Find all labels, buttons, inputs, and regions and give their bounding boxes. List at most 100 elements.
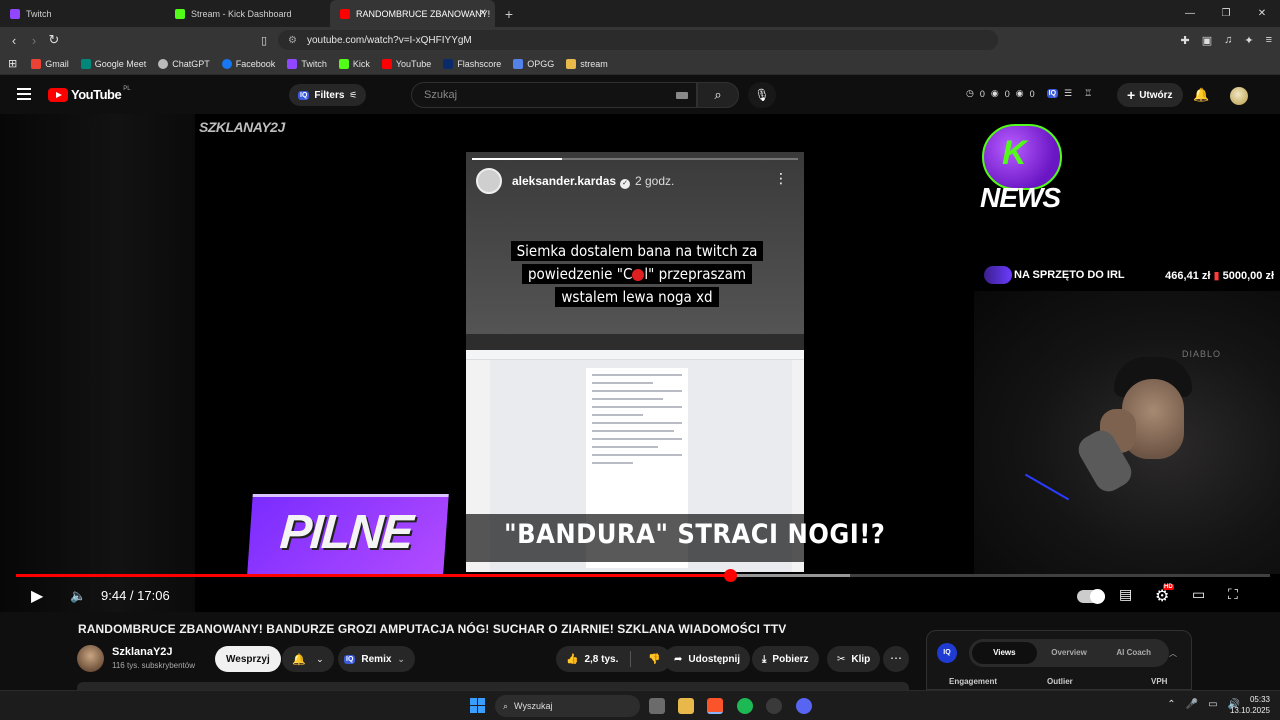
system-clock[interactable]: 05:33 13.10.2025 xyxy=(1230,694,1270,716)
minimize-icon[interactable]: — xyxy=(1172,8,1208,19)
subtitles-icon[interactable]: ▤ xyxy=(1119,586,1132,603)
bookmark-stream-folder[interactable]: stream xyxy=(566,58,608,69)
goal-flag-icon: ▮ xyxy=(1213,269,1220,282)
create-button[interactable]: + Utwórz xyxy=(1117,83,1183,107)
iq-badge: IQ xyxy=(298,90,310,100)
window-controls: — ❐ ✕ xyxy=(1172,0,1280,27)
channel-name[interactable]: SzklanaY2J xyxy=(112,646,173,658)
file-explorer-icon[interactable] xyxy=(678,698,694,714)
chevron-up-icon[interactable]: ⌃ xyxy=(1167,699,1175,710)
scissors-icon: ✂ xyxy=(837,653,846,665)
apps-icon[interactable]: ⊞ xyxy=(8,57,17,70)
menu-icon[interactable]: ≡ xyxy=(1266,34,1272,46)
more-actions-button[interactable]: ⋯ xyxy=(883,646,909,672)
video-progress-bar[interactable] xyxy=(16,569,1270,582)
theater-mode-icon[interactable]: ▭ xyxy=(1192,586,1205,603)
collapse-icon[interactable]: ︿ xyxy=(1169,648,1177,659)
volume-icon[interactable]: 🔈 xyxy=(70,588,86,604)
bookmark-chatgpt[interactable]: ChatGPT xyxy=(158,58,210,69)
bookmark-opgg[interactable]: OPGG xyxy=(513,58,554,69)
bookmark-flashscore[interactable]: Flashscore xyxy=(443,58,501,69)
bookmark-facebook[interactable]: Facebook xyxy=(221,58,275,69)
taskbar-search[interactable]: ⌕ Wyszukaj xyxy=(495,695,640,717)
video-headline-overlay: "BANDURA" STRACI NOGI!? xyxy=(504,519,886,550)
back-icon[interactable]: ‹ xyxy=(4,33,24,48)
reload-icon[interactable]: ↻ xyxy=(44,32,64,48)
tab-ai-coach[interactable]: AI Coach xyxy=(1101,642,1166,664)
like-button[interactable]: 👍 2,8 tys. xyxy=(566,654,618,665)
browser-tab-strip: Twitch Stream - Kick Dashboard RANDOMBRU… xyxy=(0,0,1280,27)
extensions-icon[interactable]: ✚ xyxy=(1180,34,1189,47)
discord-icon[interactable] xyxy=(796,698,812,714)
fullscreen-icon[interactable]: ⛶ xyxy=(1228,586,1238,603)
play-icon[interactable]: ▶ xyxy=(31,586,43,606)
bookmark-gmail[interactable]: Gmail xyxy=(31,58,69,69)
windows-start-icon[interactable] xyxy=(470,698,485,713)
subscription-bell-button[interactable]: 🔔 ⌄ xyxy=(282,646,334,672)
tab-label: RANDOMBRUCE ZBANOWANY! xyxy=(356,8,491,19)
youtube-logo[interactable]: YouTube PL xyxy=(48,85,131,102)
close-tab-icon[interactable]: ✕ xyxy=(479,8,487,19)
brave-browser-icon[interactable] xyxy=(707,698,723,714)
bookmark-google-meet[interactable]: Google Meet xyxy=(80,58,146,69)
facebook-icon xyxy=(221,58,232,69)
share-button[interactable]: ➦ Udostępnij xyxy=(664,646,751,672)
avatar[interactable] xyxy=(1230,87,1248,105)
video-player[interactable]: SZKLANAY2J aleksander.kardas ✓ 2 godz. ⋮ … xyxy=(0,114,1280,612)
keyboard-icon[interactable] xyxy=(676,92,688,99)
tab-overview[interactable]: Overview xyxy=(1037,642,1102,664)
iq-ext-icon[interactable]: IQ xyxy=(1046,89,1059,98)
restore-icon[interactable]: ❐ xyxy=(1208,8,1244,19)
instagram-story-frame: aleksander.kardas ✓ 2 godz. ⋮ Siemka dost… xyxy=(466,152,804,572)
col-outlier: Outlier xyxy=(1047,677,1073,686)
autoplay-toggle[interactable] xyxy=(1077,589,1105,604)
description-box[interactable] xyxy=(77,682,909,690)
clock-time: 05:33 xyxy=(1249,695,1270,704)
youtube-icon xyxy=(381,58,392,69)
browser-tab-kick[interactable]: Stream - Kick Dashboard xyxy=(165,0,330,27)
browser-tab-twitch[interactable]: Twitch xyxy=(0,0,165,27)
close-window-icon[interactable]: ✕ xyxy=(1244,8,1280,19)
list-icon[interactable]: ☰ xyxy=(1064,88,1072,99)
support-button[interactable]: Wesprzyj xyxy=(215,646,281,672)
bookmarks-bar: ⊞ Gmail Google Meet ChatGPT Facebook Twi… xyxy=(0,53,1280,75)
opgg-icon xyxy=(513,58,524,69)
media-icon[interactable]: ♫ xyxy=(1224,34,1232,46)
filters-button[interactable]: IQ Filters ⚟ xyxy=(289,84,367,106)
url-field[interactable]: ⚙ youtube.com/watch?v=I-xQHFIYYgM xyxy=(278,30,998,50)
region-code: PL xyxy=(123,85,131,92)
browser-tab-youtube[interactable]: RANDOMBRUCE ZBANOWANY! ✕ xyxy=(330,0,495,27)
folder-icon xyxy=(566,58,577,69)
bookmark-twitch[interactable]: Twitch xyxy=(287,58,327,69)
goal-progress-pill xyxy=(984,266,1012,284)
tab-views[interactable]: Views xyxy=(972,642,1037,664)
download-button[interactable]: ⤓ Pobierz xyxy=(752,646,819,672)
search-input[interactable]: Szukaj xyxy=(411,82,697,108)
clip-button[interactable]: ✂ Klip xyxy=(827,646,881,672)
new-tab-icon[interactable]: + xyxy=(499,6,519,22)
col-engagement: Engagement xyxy=(949,677,998,686)
spotify-icon[interactable] xyxy=(737,698,753,714)
bookmark-kick[interactable]: Kick xyxy=(338,58,370,69)
remix-button[interactable]: IQ Remix ⌄ xyxy=(338,646,415,672)
bookmark-page-icon[interactable]: ▯ xyxy=(254,34,274,47)
task-view-icon[interactable] xyxy=(649,698,665,714)
eye-icon: ◉ xyxy=(990,88,999,98)
ai-icon[interactable]: ✦ xyxy=(1244,34,1253,47)
address-bar-row: ‹ › ↻ ▯ ⚙ youtube.com/watch?v=I-xQHFIYYg… xyxy=(0,27,1280,53)
voice-search-button[interactable]: 🎙 xyxy=(748,82,776,108)
sidebar-icon[interactable]: ▣ xyxy=(1202,34,1212,47)
steam-icon[interactable] xyxy=(766,698,782,714)
search-button[interactable]: ⌕ xyxy=(697,82,739,108)
channel-avatar[interactable] xyxy=(77,645,104,672)
mic-tray-icon[interactable]: 🎤 xyxy=(1186,699,1198,710)
forward-icon[interactable]: › xyxy=(24,33,44,48)
bookmark-youtube[interactable]: YouTube xyxy=(381,58,431,69)
trophy-icon[interactable]: ♖ xyxy=(1084,88,1092,99)
hamburger-menu-icon[interactable] xyxy=(17,88,31,100)
site-info-icon[interactable]: ⚙ xyxy=(288,35,297,46)
display-icon[interactable]: ▭ xyxy=(1208,699,1217,710)
notifications-bell-icon[interactable]: 🔔 xyxy=(1193,87,1209,103)
clip-label: Klip xyxy=(851,653,871,665)
goal-label: NA SPRZĘTO DO IRL xyxy=(1014,269,1125,281)
